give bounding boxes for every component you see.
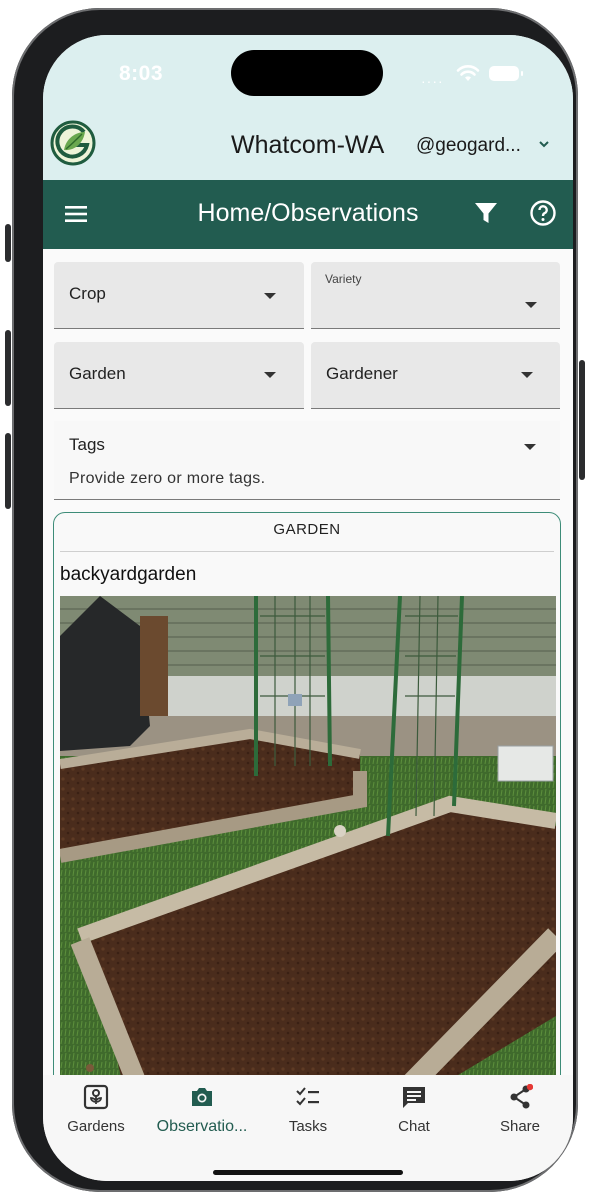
camera-icon	[192, 1088, 212, 1106]
nav-label-tasks: Tasks	[288, 1118, 328, 1135]
screen: 8:03 ···· Whatcom-WA @geogard... Home/Ob…	[43, 35, 573, 1181]
checklist-icon	[296, 1087, 319, 1106]
tags-hint: Provide zero or more tags.	[69, 470, 266, 487]
card-header: GARDEN	[273, 521, 341, 538]
garden-label: Garden	[69, 364, 126, 383]
power-button	[579, 360, 585, 480]
dynamic-island	[231, 50, 383, 96]
garden-icon	[83, 1084, 109, 1110]
nav-share[interactable]: Share	[467, 1075, 573, 1155]
geogarden-logo	[50, 120, 96, 166]
volume-down-button	[5, 433, 11, 509]
battery-tip	[521, 71, 523, 76]
gardener-select[interactable]: Gardener	[311, 342, 560, 409]
region-name: Whatcom-WA	[231, 131, 385, 159]
nav-tasks[interactable]: Tasks	[255, 1075, 361, 1155]
battery-icon	[489, 66, 519, 81]
action-button	[5, 224, 11, 262]
tags-label: Tags	[69, 435, 105, 454]
help-icon[interactable]	[529, 199, 557, 227]
account-selector[interactable]: @geogard...	[416, 135, 521, 157]
wifi-icon	[456, 65, 480, 81]
share-icon	[510, 1084, 533, 1109]
nav-label-gardens: Gardens	[67, 1118, 125, 1135]
filter-icon[interactable]	[473, 200, 499, 226]
tags-select[interactable]: Tags Provide zero or more tags.	[54, 421, 560, 500]
phone-frame: 8:03 ···· Whatcom-WA @geogard... Home/Ob…	[5, 8, 585, 1192]
gardener-label: Gardener	[326, 364, 398, 383]
variety-select[interactable]: Variety	[311, 262, 560, 329]
nav-label-chat: Chat	[398, 1118, 430, 1135]
top-header: 8:03 ···· Whatcom-WA @geogard...	[43, 35, 573, 180]
status-icons: ····	[419, 63, 529, 89]
home-indicator	[213, 1170, 403, 1175]
garden-select[interactable]: Garden	[54, 342, 304, 409]
signal-icon: ····	[421, 73, 444, 89]
bottom-nav: Gardens Observatio... Tasks Chat Share	[43, 1075, 573, 1181]
crop-label: Crop	[69, 284, 106, 303]
caret-down-icon	[524, 444, 536, 450]
caret-down-icon	[525, 302, 537, 308]
nav-label-share: Share	[499, 1118, 541, 1135]
garden-name: backyardgarden	[60, 564, 197, 585]
caret-down-icon	[521, 372, 533, 378]
nav-label-observations: Observatio...	[156, 1118, 248, 1135]
volume-up-button	[5, 330, 11, 406]
app-bar: Home/Observations	[43, 180, 573, 249]
nav-chat[interactable]: Chat	[361, 1075, 467, 1155]
caret-down-icon	[264, 372, 276, 378]
card-divider	[60, 551, 554, 552]
observation-card[interactable]: GARDEN backyardgarden	[53, 512, 561, 1114]
status-time: 8:03	[119, 62, 164, 85]
chevron-down-icon[interactable]	[537, 137, 551, 151]
crop-select[interactable]: Crop	[54, 262, 304, 329]
caret-down-icon	[264, 293, 276, 299]
nav-gardens[interactable]: Gardens	[43, 1075, 149, 1155]
nav-observations[interactable]: Observatio...	[149, 1075, 255, 1155]
variety-label: Variety	[325, 272, 362, 286]
chat-icon	[403, 1087, 425, 1108]
garden-photo[interactable]	[60, 596, 556, 1114]
